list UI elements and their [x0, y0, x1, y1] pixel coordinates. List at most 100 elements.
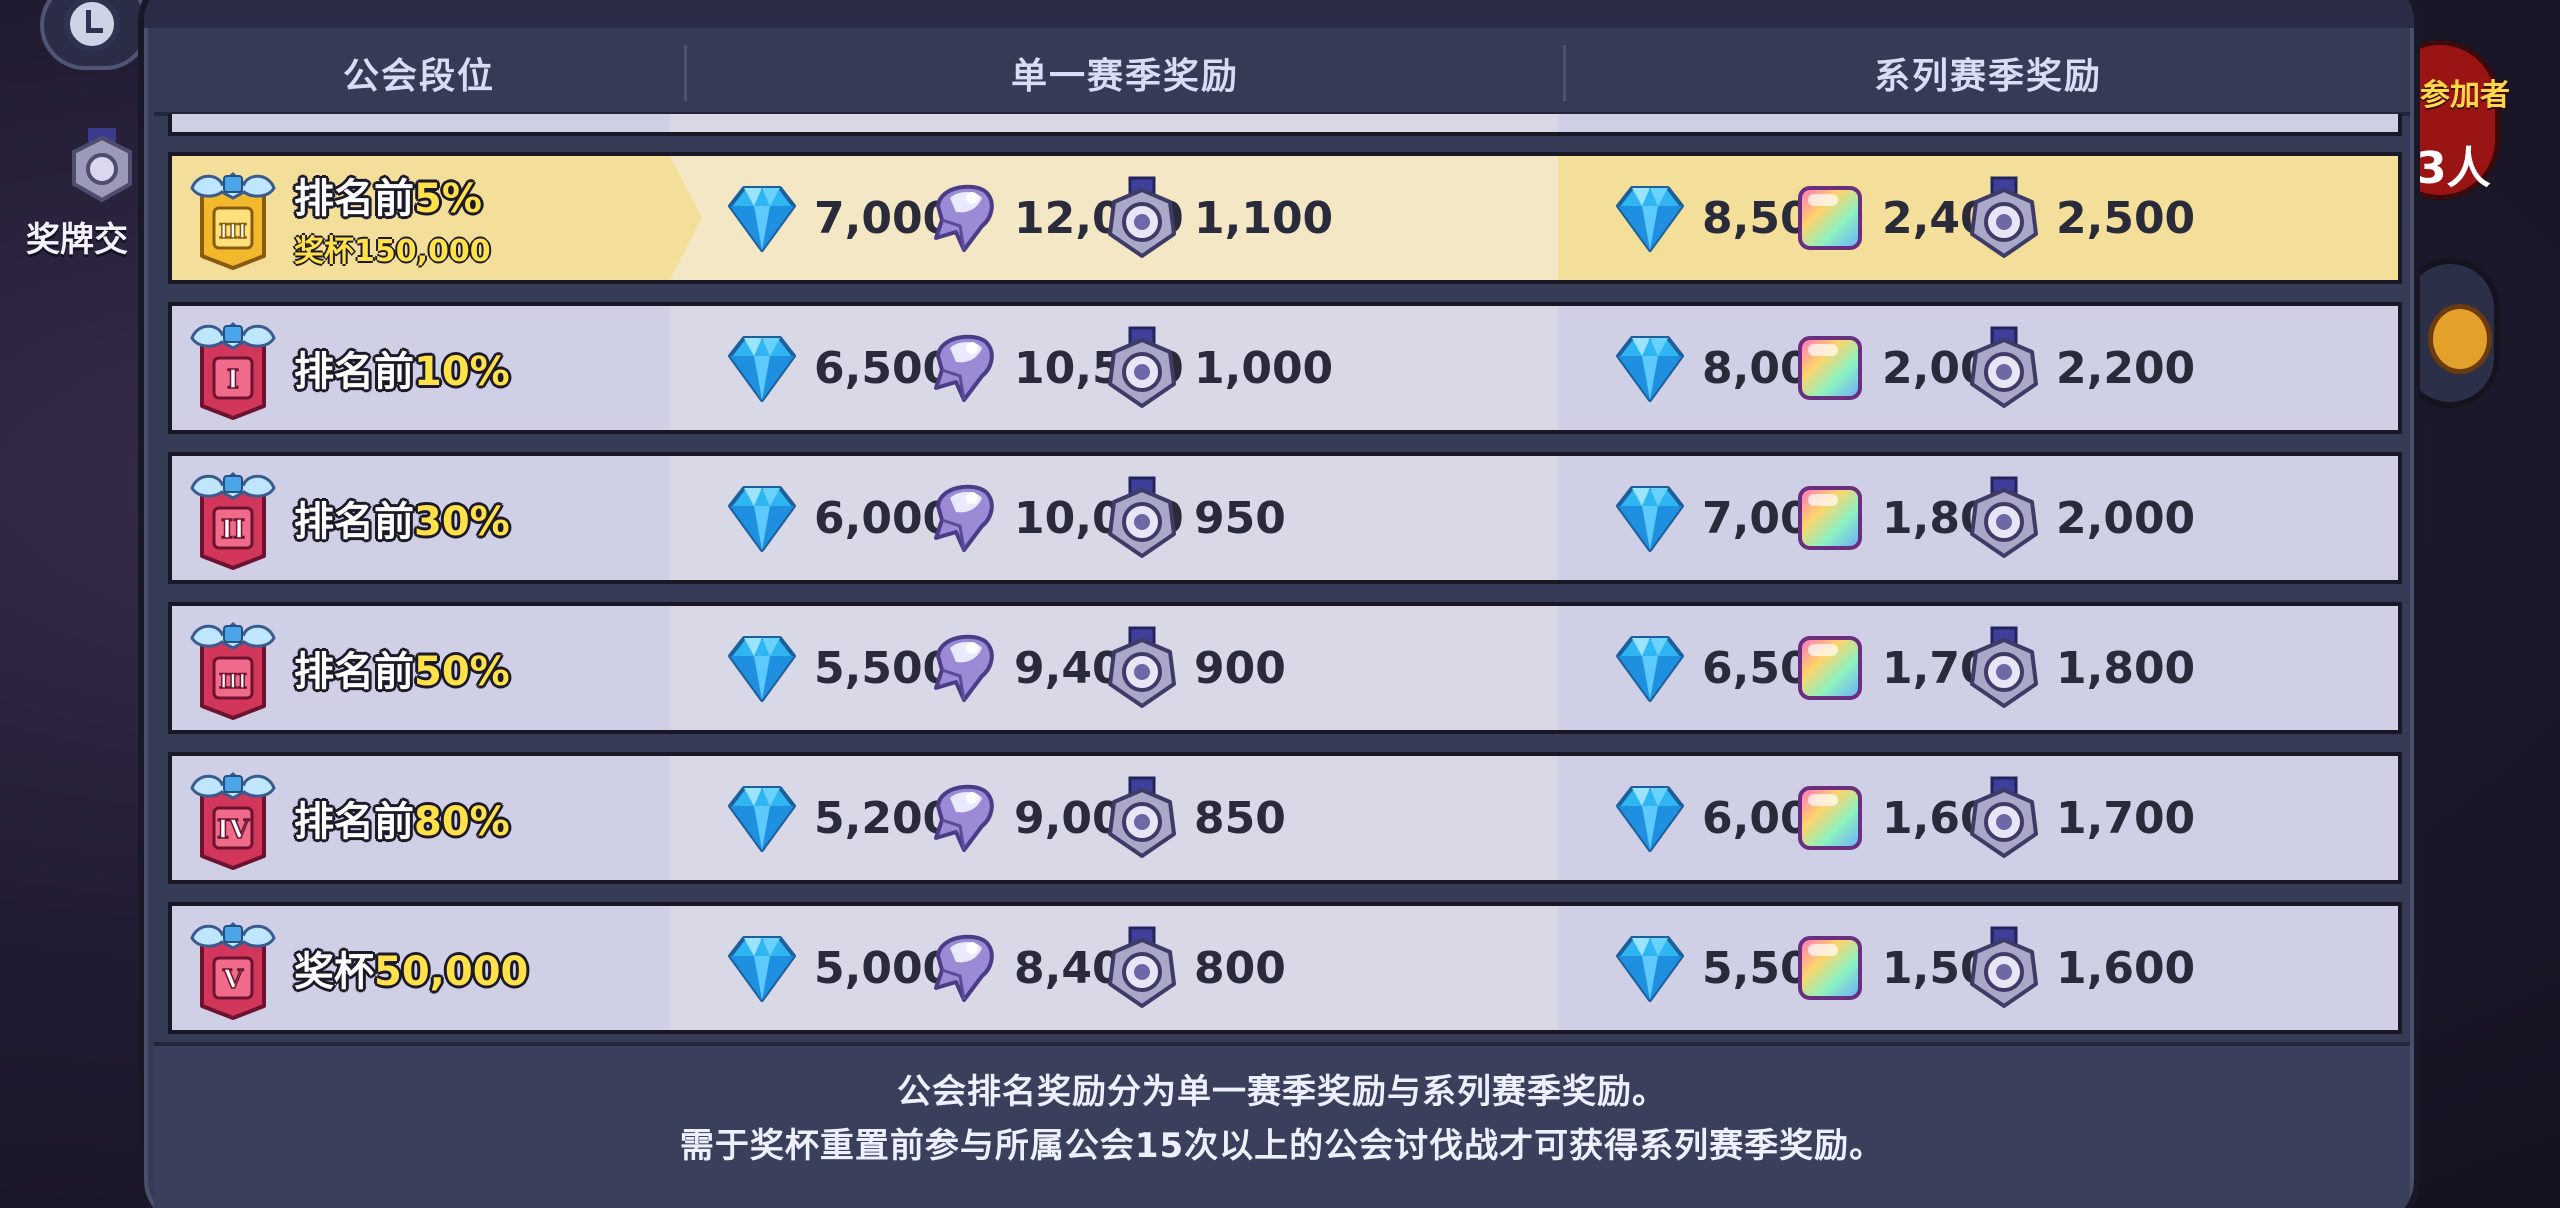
crystal-shard-icon	[920, 476, 1004, 560]
medal-icon	[1100, 626, 1184, 710]
table-header: 公会段位 单一赛季奖励 系列赛季奖励	[154, 34, 2410, 116]
table-row: II 排名前30% 6,000 10,000 950 7,000 1,800 2,000	[168, 452, 2402, 584]
reward-item[interactable]: 1,600	[1962, 906, 2195, 1030]
rank-cell: V 奖杯50,000	[172, 906, 670, 1030]
header-single-season: 单一赛季奖励	[1010, 56, 1239, 97]
rank-value: 30%	[414, 499, 510, 545]
svg-text:IV: IV	[217, 815, 250, 845]
rainbow-cube-icon	[1788, 326, 1872, 410]
rank-prefix: 排名前	[294, 499, 414, 545]
rank-cell: I 排名前10%	[172, 306, 670, 430]
reward-amount: 2,000	[2056, 492, 2196, 544]
reward-item[interactable]: 6,000	[720, 456, 953, 580]
medal-icon	[1100, 476, 1184, 560]
clock-button[interactable]	[40, 0, 150, 70]
reward-item[interactable]: 1,800	[1962, 606, 2195, 730]
diamond-icon	[720, 926, 804, 1010]
table-row: III 排名前50% 5,500 9,400 900 6,500 1,700 1,800	[168, 602, 2402, 734]
header-series-season: 系列赛季奖励	[1873, 56, 2102, 97]
medal-icon	[1962, 476, 2046, 560]
rank-cell: IV 排名前80%	[172, 756, 670, 880]
rainbow-cube-icon	[1788, 776, 1872, 860]
rank-value: 80%	[414, 799, 510, 845]
diamond-icon	[1608, 326, 1692, 410]
reward-item[interactable]: 2,500	[1962, 156, 2195, 280]
diamond-icon	[1608, 776, 1692, 860]
medal-icon	[1100, 776, 1184, 860]
reward-item[interactable]: 1,000	[1100, 306, 1333, 430]
series-season-reward-cell: 7,000 1,800 2,000	[1558, 456, 2398, 580]
clock-icon	[64, 0, 120, 52]
table-row: I 排名前10% 6,500 10,500 1,000 8,000 2,000 2,200	[168, 302, 2402, 434]
rainbow-cube-icon	[1788, 476, 1872, 560]
reward-item[interactable]: 7,000	[720, 156, 953, 280]
reward-amount: 1,800	[2056, 642, 2196, 694]
single-season-reward-cell: 5,500 9,400 900	[670, 606, 1558, 730]
reward-item[interactable]: 6,500	[720, 306, 953, 430]
reward-amount: 850	[1194, 792, 1286, 844]
guild-tier-badge-icon: I	[188, 318, 278, 420]
guild-rank-rewards-panel: 公会段位 单一赛季奖励 系列赛季奖励 III 排名前5% 奖杯150,000 7,00…	[138, 0, 2420, 1208]
rank-prefix: 奖杯	[294, 949, 374, 995]
diamond-icon	[720, 326, 804, 410]
reward-item[interactable]: 1,700	[1962, 756, 2195, 880]
reward-item[interactable]: 850	[1100, 756, 1286, 880]
medal-exchange-label[interactable]: 奖牌交	[26, 212, 128, 261]
rank-value: 5%	[414, 176, 482, 222]
diamond-icon	[720, 476, 804, 560]
footer-note-2: 需于奖杯重置前参与所属公会15次以上的公会讨伐战才可获得系列赛季奖励。	[679, 1126, 1885, 1166]
table-row: III 排名前5% 奖杯150,000 7,000 12,000 1,100 8,500 2,…	[168, 152, 2402, 284]
footer-note-1: 公会排名奖励分为单一赛季奖励与系列赛季奖励。	[897, 1072, 1667, 1112]
medal-icon	[1962, 626, 2046, 710]
medal-icon	[1962, 926, 2046, 1010]
rainbow-cube-icon	[1788, 926, 1872, 1010]
rank-prefix: 排名前	[294, 799, 414, 845]
table-row	[168, 114, 2402, 136]
rank-prefix: 排名前	[294, 176, 414, 222]
reward-item[interactable]: 2,200	[1962, 306, 2195, 430]
rank-cell: II 排名前30%	[172, 456, 670, 580]
single-season-reward-cell: 6,000 10,000 950	[670, 456, 1558, 580]
reward-item[interactable]: 900	[1100, 606, 1286, 730]
reward-item[interactable]: 950	[1100, 456, 1286, 580]
reward-item[interactable]: 5,200	[720, 756, 953, 880]
medal-icon	[1962, 176, 2046, 260]
diamond-icon	[720, 626, 804, 710]
guild-tier-badge-icon: III	[188, 168, 278, 270]
rank-label: 排名前50%	[294, 639, 510, 697]
single-season-reward-cell: 5,200 9,000 850	[670, 756, 1558, 880]
table-row: IV 排名前80% 5,200 9,000 850 6,000 1,600 1,700	[168, 752, 2402, 884]
medal-icon	[1962, 776, 2046, 860]
guild-tier-badge-icon: II	[188, 468, 278, 570]
medal-icon	[1100, 326, 1184, 410]
crystal-shard-icon	[920, 326, 1004, 410]
table-row: V 奖杯50,000 5,000 8,400 800 5,500 1,500 1,600	[168, 902, 2402, 1034]
diamond-icon	[720, 776, 804, 860]
single-season-reward-cell: 5,000 8,400 800	[670, 906, 1558, 1030]
rainbow-cube-icon	[1788, 626, 1872, 710]
reward-amount: 1,700	[2056, 792, 2196, 844]
svg-text:V: V	[222, 965, 244, 995]
diamond-icon	[1608, 476, 1692, 560]
reward-item[interactable]: 1,100	[1100, 156, 1333, 280]
game-screen: 奖牌交 参加者 3人 公会段位 单一赛季奖励 系列赛季奖励 III 排名前5% 奖杯…	[0, 0, 2560, 1208]
reward-table[interactable]: III 排名前5% 奖杯150,000 7,000 12,000 1,100 8,500 2,…	[168, 114, 2402, 1039]
header-rank: 公会段位	[342, 56, 495, 97]
reward-item[interactable]: 5,500	[720, 606, 953, 730]
reward-amount: 950	[1194, 492, 1286, 544]
svg-text:I: I	[227, 365, 239, 395]
series-season-reward-cell: 5,500 1,500 1,600	[1558, 906, 2398, 1030]
reward-amount: 1,600	[2056, 942, 2196, 994]
medal-icon	[1962, 326, 2046, 410]
crystal-shard-icon	[920, 926, 1004, 1010]
rank-trophy-requirement: 奖杯150,000	[294, 234, 491, 269]
rainbow-cube-icon	[1788, 176, 1872, 260]
footer-notes: 公会排名奖励分为单一赛季奖励与系列赛季奖励。 需于奖杯重置前参与所属公会15次以…	[154, 1042, 2410, 1208]
participants-label: 参加者	[2420, 78, 2510, 113]
rank-label: 排名前10%	[294, 339, 510, 397]
reward-amount: 2,200	[2056, 342, 2196, 394]
reward-item[interactable]: 2,000	[1962, 456, 2195, 580]
reward-amount: 800	[1194, 942, 1286, 994]
reward-item[interactable]: 5,000	[720, 906, 953, 1030]
reward-item[interactable]: 800	[1100, 906, 1286, 1030]
